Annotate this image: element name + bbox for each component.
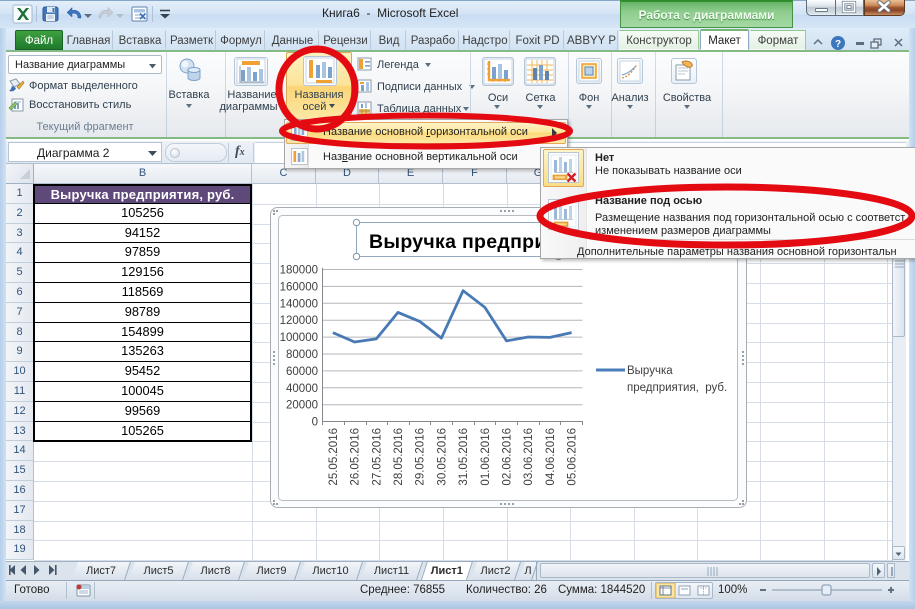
svg-text:100000: 100000 [280,332,318,344]
svg-text:20000: 20000 [286,400,318,412]
svg-text:05.06.2016: 05.06.2016 [567,428,579,486]
svg-text:Выручка: Выручка [627,365,673,377]
svg-text:180000: 180000 [280,265,318,277]
svg-text:28.05.2016: 28.05.2016 [393,428,405,486]
svg-text:25.05.2016: 25.05.2016 [328,428,340,486]
svg-text:0: 0 [312,417,318,429]
svg-text:?: ? [835,39,841,50]
svg-text:80000: 80000 [286,349,318,361]
svg-text:40000: 40000 [286,383,318,395]
svg-text:26.05.2016: 26.05.2016 [350,428,362,486]
svg-text:предприятия, руб.: предприятия, руб. [627,382,727,394]
svg-text:30.05.2016: 30.05.2016 [436,428,448,486]
svg-text:31.05.2016: 31.05.2016 [458,428,470,486]
svg-text:04.06.2016: 04.06.2016 [545,428,557,486]
svg-text:140000: 140000 [280,298,318,310]
svg-text:60000: 60000 [286,366,318,378]
svg-text:01.06.2016: 01.06.2016 [480,428,492,486]
svg-text:02.06.2016: 02.06.2016 [502,428,514,486]
svg-text:03.06.2016: 03.06.2016 [523,428,535,486]
svg-text:120000: 120000 [280,315,318,327]
svg-text:27.05.2016: 27.05.2016 [371,428,383,486]
svg-text:160000: 160000 [280,281,318,293]
svg-text:29.05.2016: 29.05.2016 [415,428,427,486]
